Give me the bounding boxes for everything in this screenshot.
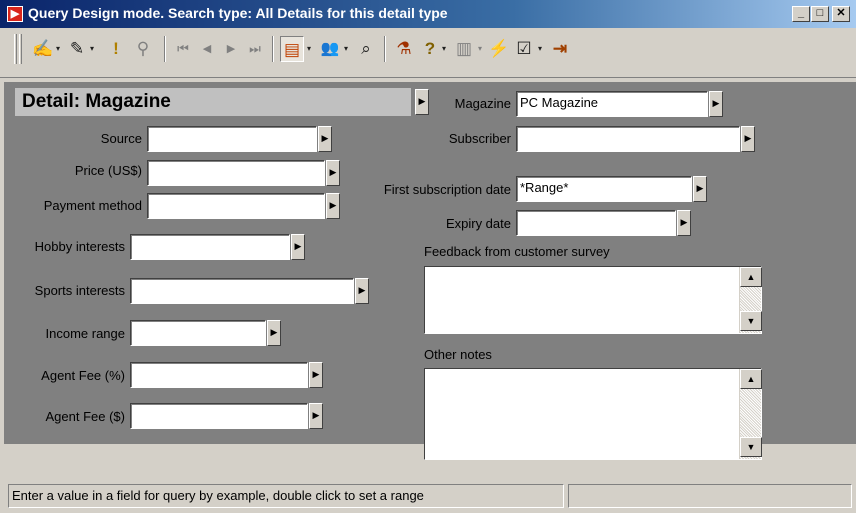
last-record-icon[interactable]: ⏭	[244, 36, 266, 62]
price-field[interactable]	[147, 160, 325, 186]
pin-icon[interactable]: ⚲	[132, 36, 154, 62]
agent-fee-usd-field[interactable]	[130, 403, 308, 429]
magazine-arrow[interactable]: ▶	[709, 91, 723, 117]
first-record-icon[interactable]: ⏮	[172, 36, 194, 62]
price-arrow[interactable]: ▶	[326, 160, 340, 186]
toolbar: ✍ ▾ ✎ ▾ ! ⚲ ⏮ ◀ ▶ ⏭ ▤ ▾ 👥 ▾ ⌕ ⚗ ? ▾ ▥ ▾ …	[0, 28, 856, 78]
sports-interests-arrow[interactable]: ▶	[355, 278, 369, 304]
toolbar-grip-2[interactable]	[19, 34, 22, 64]
detail-prefix: Detail:	[22, 91, 81, 112]
document-icon[interactable]: ▥	[452, 36, 476, 62]
hobby-interests-field[interactable]	[130, 234, 290, 260]
exit-icon[interactable]: ⇥	[548, 36, 572, 62]
income-range-label: Income range	[45, 326, 126, 341]
dropdown-arrow-icon[interactable]: ▾	[54, 36, 62, 62]
lookup-icon[interactable]: ⌕	[354, 36, 378, 62]
agent-fee-usd-arrow[interactable]: ▶	[309, 403, 323, 429]
design-edit-icon[interactable]: ✍	[32, 36, 54, 62]
first-subscription-date-arrow[interactable]: ▶	[693, 176, 707, 202]
magazine-field[interactable]: PC Magazine	[516, 91, 708, 117]
app-icon[interactable]: ▶	[7, 6, 23, 22]
payment-method-arrow[interactable]: ▶	[326, 193, 340, 219]
hobby-interests-label: Hobby interests	[34, 239, 125, 254]
hobby-interests-arrow[interactable]: ▶	[291, 234, 305, 260]
form-view-icon[interactable]: ▤	[280, 36, 304, 62]
other-notes-scroll-up[interactable]: ▲	[740, 369, 762, 389]
toolbar-separator-3	[384, 36, 386, 62]
dropdown-arrow-icon-7[interactable]: ▾	[536, 36, 544, 62]
subscriber-arrow[interactable]: ▶	[741, 126, 755, 152]
price-label: Price (US$)	[74, 163, 142, 178]
payment-method-field[interactable]	[147, 193, 325, 219]
window-title: Query Design mode. Search type: All Deta…	[28, 5, 448, 21]
income-range-arrow[interactable]: ▶	[267, 320, 281, 346]
feedback-scrollbar[interactable]: ▲ ▼	[739, 267, 762, 333]
feedback-scroll-down[interactable]: ▼	[740, 311, 762, 331]
expiry-date-arrow[interactable]: ▶	[677, 210, 691, 236]
dropdown-arrow-icon-3[interactable]: ▾	[305, 36, 313, 62]
agent-fee-usd-label: Agent Fee ($)	[45, 409, 126, 424]
previous-record-icon[interactable]: ◀	[196, 36, 218, 62]
next-record-icon[interactable]: ▶	[220, 36, 242, 62]
other-notes-memo[interactable]: ▲ ▼	[424, 368, 762, 460]
detail-name: Magazine	[85, 91, 171, 112]
status-pane-secondary	[568, 484, 852, 508]
source-arrow[interactable]: ▶	[318, 126, 332, 152]
toolbar-separator-2	[272, 36, 274, 62]
feedback-scroll-up[interactable]: ▲	[740, 267, 762, 287]
agent-fee-pct-label: Agent Fee (%)	[41, 368, 125, 383]
first-subscription-date-field[interactable]: *Range*	[516, 176, 692, 202]
dropdown-arrow-icon-6[interactable]: ▾	[476, 36, 484, 62]
lightning-icon[interactable]: ⚡	[488, 36, 510, 62]
title-bar: ▶ Query Design mode. Search type: All De…	[0, 0, 856, 28]
close-button[interactable]: ✕	[832, 6, 850, 22]
sports-interests-label: Sports interests	[34, 283, 125, 298]
minimize-button[interactable]: _	[792, 6, 810, 22]
toolbar-separator	[164, 36, 166, 62]
sports-interests-field[interactable]	[130, 278, 354, 304]
magazine-label: Magazine	[454, 96, 511, 111]
feedback-memo[interactable]: ▲ ▼	[424, 266, 762, 334]
status-message: Enter a value in a field for query by ex…	[8, 484, 564, 508]
source-label: Source	[100, 131, 142, 146]
feedback-label: Feedback from customer survey	[424, 244, 610, 259]
detail-header: Detail: Magazine	[15, 88, 411, 116]
subscriber-field[interactable]	[516, 126, 740, 152]
payment-method-label: Payment method	[43, 198, 142, 213]
other-notes-label: Other notes	[424, 347, 492, 362]
exclamation-icon[interactable]: !	[108, 36, 124, 62]
subscriber-label: Subscriber	[448, 131, 511, 146]
other-notes-scrollbar[interactable]: ▲ ▼	[739, 369, 762, 459]
clear-query-icon[interactable]: ✎	[66, 36, 88, 62]
query-run-icon[interactable]: ⚗	[392, 36, 416, 62]
income-range-field[interactable]	[130, 320, 266, 346]
expiry-date-field[interactable]	[516, 210, 676, 236]
expiry-date-label: Expiry date	[445, 216, 511, 231]
source-field[interactable]	[147, 126, 317, 152]
dropdown-arrow-icon-4[interactable]: ▾	[342, 36, 350, 62]
first-subscription-date-label: First subscription date	[383, 182, 511, 197]
dropdown-arrow-icon-5[interactable]: ▾	[440, 36, 448, 62]
maximize-button[interactable]: □	[811, 6, 829, 22]
agent-fee-pct-field[interactable]	[130, 362, 308, 388]
agent-fee-pct-arrow[interactable]: ▶	[309, 362, 323, 388]
other-notes-scroll-down[interactable]: ▼	[740, 437, 762, 457]
dropdown-arrow-icon-2[interactable]: ▾	[88, 36, 96, 62]
people-icon[interactable]: 👥	[318, 36, 342, 62]
properties-icon[interactable]: ☑	[512, 36, 536, 62]
help-icon[interactable]: ?	[420, 36, 440, 62]
toolbar-grip[interactable]	[14, 34, 17, 64]
